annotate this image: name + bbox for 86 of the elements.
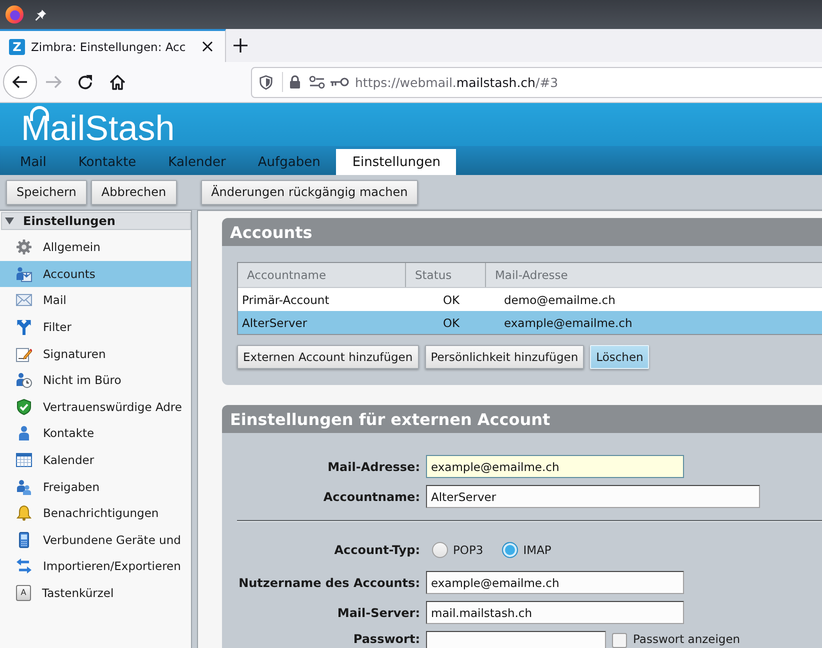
toolbar-button[interactable]: Änderungen rückgängig machen bbox=[200, 180, 418, 204]
checkbox-label: Passwort anzeigen bbox=[633, 631, 740, 646]
sidebar-item[interactable]: Verbundene Geräte und bbox=[0, 526, 191, 554]
keyboard-key: A bbox=[16, 585, 31, 602]
radio-option[interactable]: IMAP bbox=[502, 542, 552, 558]
key-icon bbox=[330, 77, 349, 87]
sidebar-item[interactable]: Vertrauenswürdige Adre bbox=[0, 394, 191, 420]
sidebar-item[interactable]: Allgemein bbox=[0, 234, 191, 261]
sidebar-item[interactable]: Importieren/Exportieren bbox=[0, 553, 191, 580]
close-icon[interactable] bbox=[202, 41, 213, 52]
table-cell-text: example@emailme.ch bbox=[503, 314, 634, 332]
lock-icon bbox=[289, 75, 301, 89]
shield-icon bbox=[259, 74, 273, 90]
mobile-phone-icon bbox=[16, 532, 32, 548]
panel-header: Einstellungen für externen Account bbox=[222, 405, 822, 433]
people-icon bbox=[16, 478, 32, 495]
sidebar-item[interactable]: Freigaben bbox=[0, 473, 191, 500]
plus-icon[interactable] bbox=[233, 38, 248, 53]
column-header[interactable]: Mail-Adresse bbox=[486, 263, 822, 287]
sidebar-item[interactable]: Mail bbox=[0, 287, 191, 314]
sidebar-item[interactable]: Signaturen bbox=[0, 340, 191, 367]
browser-tab[interactable]: Z Zimbra: Einstellungen: Acc bbox=[0, 29, 226, 62]
back-button[interactable] bbox=[3, 65, 37, 99]
toolbar-button[interactable]: Speichern bbox=[6, 180, 87, 204]
table-cell-text: AlterServer bbox=[241, 314, 308, 332]
calendar-icon bbox=[16, 452, 32, 468]
shield-check-icon bbox=[16, 398, 32, 415]
swap-arrows-icon bbox=[16, 558, 32, 574]
nav-tab[interactable]: Einstellungen bbox=[336, 149, 456, 175]
action-button[interactable]: Löschen bbox=[590, 345, 650, 369]
nav-tab[interactable]: Kalender bbox=[152, 149, 242, 175]
person-envelope-icon bbox=[16, 266, 32, 282]
column-header[interactable]: Accountname bbox=[238, 263, 406, 287]
reload-icon[interactable] bbox=[77, 74, 94, 90]
table-cell-text: Primär-Account bbox=[241, 292, 330, 308]
sidebar-item[interactable]: Filter bbox=[0, 314, 191, 340]
input-field[interactable]: example@emailme.ch bbox=[426, 571, 684, 594]
sidebar-item[interactable]: Kontakte bbox=[0, 420, 191, 447]
gear-icon bbox=[16, 239, 32, 256]
home-icon[interactable] bbox=[109, 74, 126, 90]
envelope-icon bbox=[16, 292, 32, 308]
logo: MailStash bbox=[21, 105, 175, 146]
sidebar-item[interactable]: Benachrichtigungen bbox=[0, 500, 191, 527]
action-button[interactable]: Persönlichkeit hinzufügen bbox=[424, 345, 584, 369]
table-cell-text: OK bbox=[442, 314, 461, 332]
panel-header: Accounts bbox=[222, 218, 822, 246]
split-arrow-icon bbox=[16, 319, 32, 336]
sidebar-item[interactable]: Kalender bbox=[0, 446, 191, 474]
sidebar-item[interactable]: Nicht im Büro bbox=[0, 366, 191, 394]
toolbar-button[interactable]: Abbrechen bbox=[90, 180, 177, 204]
nav-tab[interactable]: Mail bbox=[4, 149, 62, 175]
action-button[interactable]: Externen Account hinzufügen bbox=[237, 345, 419, 369]
sidebar-title: Einstellungen bbox=[23, 214, 116, 228]
column-header[interactable]: Status bbox=[406, 263, 486, 287]
pencil-paper-icon bbox=[16, 346, 32, 362]
nav-tab[interactable]: Aufgaben bbox=[242, 149, 336, 175]
field-label: Passwort: bbox=[352, 631, 420, 646]
field-label: Mail-Server: bbox=[336, 606, 420, 620]
checkbox[interactable] bbox=[612, 633, 627, 648]
caret-down-icon[interactable] bbox=[5, 217, 14, 225]
password-field[interactable] bbox=[426, 631, 606, 648]
field-label: Account-Typ: bbox=[333, 543, 420, 557]
field-label: Mail-Adresse: bbox=[326, 460, 420, 474]
table-cell-text: demo@emailme.ch bbox=[503, 292, 616, 308]
radio-button[interactable] bbox=[432, 542, 448, 558]
pin-icon bbox=[35, 8, 47, 20]
nav-tab[interactable]: Kontakte bbox=[62, 149, 152, 175]
person-icon bbox=[16, 425, 32, 442]
browser-logo-icon bbox=[5, 5, 24, 24]
table-row[interactable]: AlterServer OK example@emailme.ch bbox=[238, 311, 822, 334]
table-cell-text: OK bbox=[442, 292, 461, 308]
url-text: https://webmail.mailstash.ch/#3 bbox=[355, 74, 558, 90]
radio-option[interactable]: POP3 bbox=[432, 542, 484, 558]
toggles-icon bbox=[309, 75, 325, 89]
field-label: Nutzername des Accounts: bbox=[238, 576, 420, 590]
sidebar-item[interactable]: Accounts bbox=[0, 260, 191, 288]
sidebar-item[interactable]: A Tastenkürzel bbox=[0, 580, 191, 606]
person-clock-icon bbox=[16, 372, 32, 388]
radio-button[interactable] bbox=[502, 542, 518, 558]
input-field[interactable]: mail.mailstash.ch bbox=[426, 601, 684, 624]
bell-icon bbox=[16, 505, 32, 522]
address-bar[interactable]: https://webmail.mailstash.ch/#3 bbox=[251, 66, 822, 98]
input-field[interactable]: example@emailme.ch bbox=[426, 455, 684, 478]
favicon: Z bbox=[9, 38, 25, 54]
field-label: Accountname: bbox=[322, 490, 420, 504]
input-field[interactable]: AlterServer bbox=[426, 485, 760, 508]
